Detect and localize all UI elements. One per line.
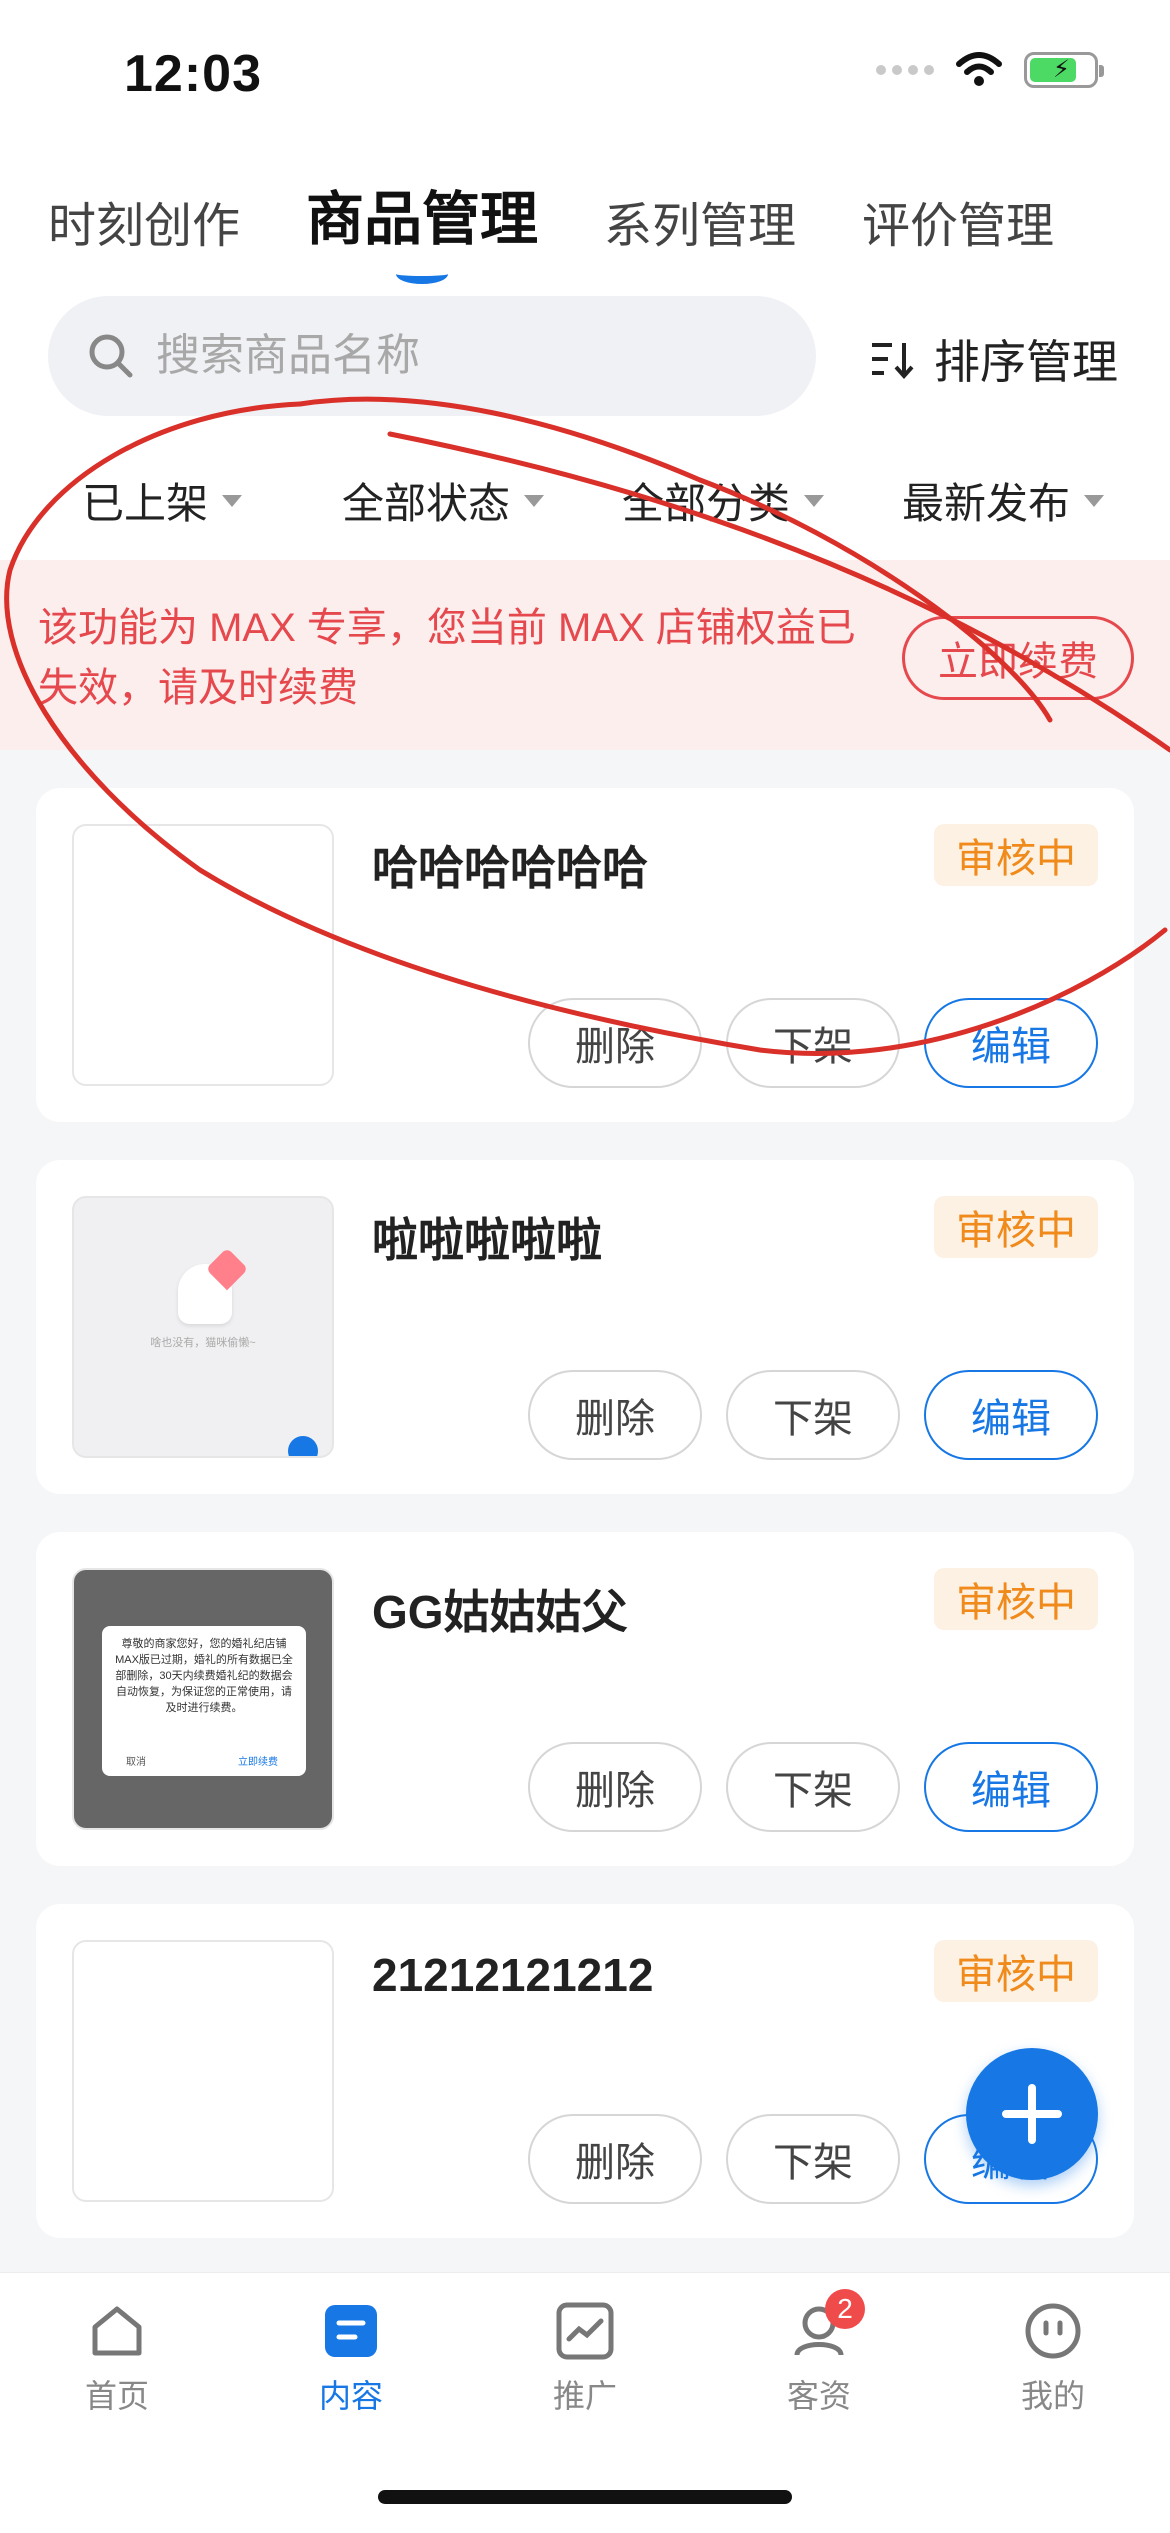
unlist-button[interactable]: 下架 — [726, 1370, 900, 1460]
signal-icon — [876, 65, 934, 75]
status-badge: 审核中 — [934, 824, 1098, 886]
search-bar[interactable] — [48, 296, 816, 416]
thumbnail-caption: 啥也没有，猫咪偷懒~ — [150, 1337, 256, 1349]
filter-label: 全部分类 — [622, 480, 791, 527]
dialog-confirm: 立即续费 — [238, 1757, 278, 1768]
delete-button[interactable]: 删除 — [528, 1370, 702, 1460]
nav-customer[interactable]: 2 客资 — [702, 2289, 936, 2417]
caret-down-icon — [524, 494, 545, 507]
filter-sort-latest[interactable]: 最新发布 — [902, 470, 1105, 531]
plus-icon — [1002, 2084, 1062, 2144]
nav-content[interactable]: 内容 — [234, 2301, 468, 2417]
delete-button[interactable]: 删除 — [528, 998, 702, 1088]
unlist-button[interactable]: 下架 — [726, 998, 900, 1088]
caret-down-icon — [222, 494, 243, 507]
product-name: 哈哈哈哈哈哈 — [372, 842, 648, 894]
nav-label: 首页 — [84, 2378, 149, 2414]
status-time: 12:03 — [124, 45, 262, 103]
nav-label: 推广 — [552, 2378, 617, 2414]
plus-icon — [288, 1436, 318, 1456]
filter-category[interactable]: 全部分类 — [622, 470, 825, 531]
product-card[interactable]: 尊敬的商家您好，您的婚礼纪店铺MAX版已过期，婚礼的所有数据已全部删除，30天内… — [36, 1532, 1134, 1866]
top-tabs: 时刻创作 商品管理 系列管理 评价管理 — [48, 172, 1054, 284]
sort-label: 排序管理 — [934, 336, 1118, 388]
sort-management-button[interactable]: 排序管理 — [870, 326, 1118, 392]
delete-button[interactable]: 删除 — [528, 1742, 702, 1832]
tab-label: 商品管理 — [306, 187, 539, 252]
status-badge: 审核中 — [934, 1940, 1098, 2002]
delete-button[interactable]: 删除 — [528, 2114, 702, 2204]
filter-label: 已上架 — [82, 480, 209, 527]
status-icons: ⚡ — [876, 52, 1104, 88]
edit-button[interactable]: 编辑 — [924, 998, 1098, 1088]
thumbnail-dialog: 尊敬的商家您好，您的婚礼纪店铺MAX版已过期，婚礼的所有数据已全部删除，30天内… — [102, 1626, 306, 1776]
search-input[interactable] — [154, 330, 758, 382]
filter-status[interactable]: 全部状态 — [342, 470, 545, 531]
filter-listed[interactable]: 已上架 — [82, 470, 243, 531]
add-product-button[interactable] — [966, 2048, 1098, 2180]
product-thumbnail[interactable]: 尊敬的商家您好，您的婚礼纪店铺MAX版已过期，婚礼的所有数据已全部删除，30天内… — [72, 1568, 334, 1830]
nav-label: 内容 — [318, 2378, 383, 2414]
product-name: GG姑姑姑父 — [372, 1586, 628, 1638]
filter-label: 最新发布 — [902, 480, 1071, 527]
banner-message: 该功能为 MAX 专享，您当前 MAX 店铺权益已失效，请及时续费 — [38, 606, 856, 710]
product-card[interactable]: 哈哈哈哈哈哈 审核中 删除 下架 编辑 — [36, 788, 1134, 1122]
unlist-button[interactable]: 下架 — [726, 2114, 900, 2204]
product-thumbnail[interactable]: 啥也没有，猫咪偷懒~ — [72, 1196, 334, 1458]
profile-icon — [1023, 2301, 1083, 2361]
product-thumbnail[interactable] — [72, 824, 334, 1086]
edit-button[interactable]: 编辑 — [924, 1742, 1098, 1832]
caret-down-icon — [1084, 494, 1105, 507]
edit-button[interactable]: 编辑 — [924, 1370, 1098, 1460]
home-indicator — [378, 2490, 792, 2504]
tab-review-management[interactable]: 评价管理 — [862, 186, 1054, 256]
tab-moment-creation[interactable]: 时刻创作 — [48, 186, 240, 256]
nav-label: 我的 — [1020, 2378, 1085, 2414]
promotion-icon — [555, 2301, 615, 2361]
product-card[interactable]: 啥也没有，猫咪偷懒~ 啦啦啦啦啦 审核中 删除 下架 编辑 — [36, 1160, 1134, 1494]
product-actions: 删除 下架 编辑 — [528, 1742, 1098, 1832]
content-icon — [321, 2301, 381, 2361]
tab-product-management[interactable]: 商品管理 — [306, 172, 539, 284]
dialog-text: 尊敬的商家您好，您的婚礼纪店铺MAX版已过期，婚礼的所有数据已全部删除，30天内… — [115, 1638, 293, 1714]
nav-home[interactable]: 首页 — [0, 2301, 234, 2417]
status-badge: 审核中 — [934, 1568, 1098, 1630]
nav-profile[interactable]: 我的 — [936, 2301, 1170, 2417]
search-icon — [89, 334, 133, 378]
product-actions: 删除 下架 编辑 — [528, 998, 1098, 1088]
product-thumbnail[interactable] — [72, 1940, 334, 2202]
renew-button[interactable]: 立即续费 — [902, 616, 1134, 700]
dialog-cancel: 取消 — [126, 1757, 146, 1768]
wifi-icon — [956, 52, 1002, 86]
home-icon — [87, 2301, 147, 2361]
nav-promotion[interactable]: 推广 — [468, 2301, 702, 2417]
unlist-button[interactable]: 下架 — [726, 1742, 900, 1832]
nav-label: 客资 — [786, 2378, 851, 2414]
product-name: 啦啦啦啦啦 — [372, 1214, 602, 1266]
sort-icon — [872, 343, 914, 379]
product-actions: 删除 下架 编辑 — [528, 1370, 1098, 1460]
filter-bar: 已上架 全部状态 全部分类 最新发布 — [0, 470, 1170, 530]
battery-icon: ⚡ — [1024, 52, 1104, 88]
product-card[interactable]: 21212121212 审核中 删除 下架 编辑 — [36, 1904, 1134, 2238]
notification-badge: 2 — [825, 2289, 865, 2329]
product-name: 21212121212 — [372, 1949, 654, 2001]
filter-label: 全部状态 — [342, 480, 511, 527]
caret-down-icon — [804, 494, 825, 507]
customer-icon: 2 — [789, 2289, 865, 2361]
active-tab-indicator — [396, 264, 449, 284]
status-badge: 审核中 — [934, 1196, 1098, 1258]
tab-series-management[interactable]: 系列管理 — [604, 186, 796, 256]
